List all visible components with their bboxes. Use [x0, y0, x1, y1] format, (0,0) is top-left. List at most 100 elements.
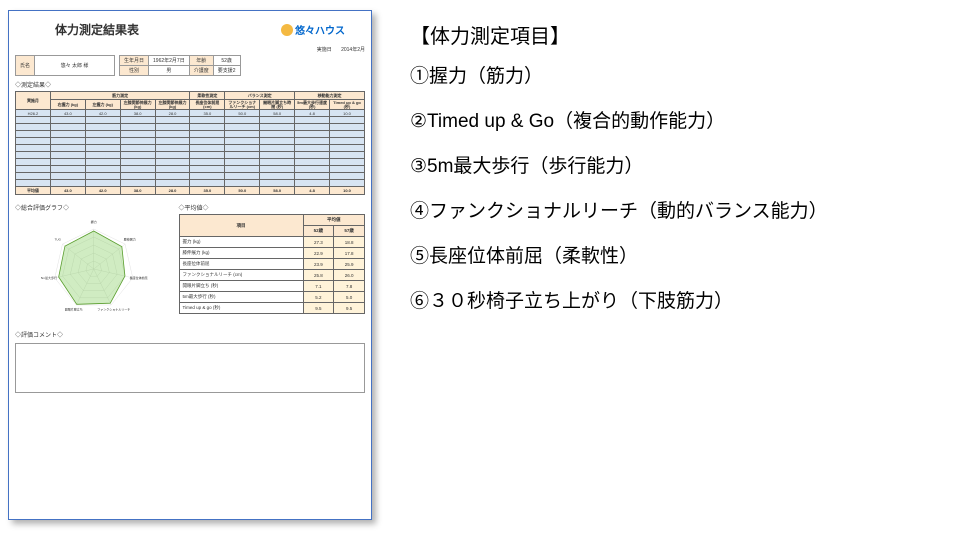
results-table: 実施月 筋力測定 柔軟性測定 バランス測定 移動能力測定 右握力 (kg) 左握… [15, 91, 365, 195]
table-row: 膝伸展力 (kg)22.917.8 [179, 248, 365, 259]
table-row [16, 159, 365, 166]
avg-hdr-item: 項目 [179, 215, 303, 237]
cell: 50.0 [225, 110, 260, 117]
table-row [16, 152, 365, 159]
table-row: ファンクショナルリーチ (cm)25.826.0 [179, 270, 365, 281]
cell: 25.9 [334, 259, 365, 270]
cell: Timed up & go (秒) [179, 303, 303, 314]
items-list: ①握力（筋力）②Timed up & Go（複合的動作能力）③5m最大歩行（歩行… [410, 61, 932, 313]
hdr-fr: ファンクショナルリーチ (cm) [225, 100, 260, 110]
grp-move: 移動能力測定 [295, 92, 365, 100]
grp-balance: バランス測定 [225, 92, 295, 100]
brand-logo: 悠々ハウス [281, 22, 345, 37]
cell: 22.9 [303, 248, 334, 259]
table-row: 開眼片脚立ち (秒)7.17.8 [179, 281, 365, 292]
radar-chart: 握力膝伸展力長座位体前屈ファンクショナルリーチ 開眼片脚立ち 5m最大歩行 TUG [15, 214, 173, 324]
cell: 10.0 [330, 110, 365, 117]
cell: 握力 (kg) [179, 237, 303, 248]
comment-box [15, 343, 365, 393]
svg-text:膝伸展力: 膝伸展力 [124, 236, 136, 241]
care-value: 要支援2 [213, 66, 240, 76]
avg-hdr-val: 平均値 [303, 215, 364, 226]
list-item: ④ファンクショナルリーチ（動的バランス能力） [410, 196, 932, 223]
cell: 膝伸展力 (kg) [179, 248, 303, 259]
list-item: ③5m最大歩行（歩行能力） [410, 151, 932, 178]
care-label: 介護度 [189, 66, 213, 76]
cell: 4.8 [295, 187, 330, 195]
cell: 7.1 [303, 281, 334, 292]
brand-text: 悠々ハウス [295, 22, 345, 37]
svg-text:長座位体前屈: 長座位体前屈 [130, 275, 148, 280]
hdr-knee-r: 左膝関節伸展力 (kg) [120, 100, 155, 110]
radar-section-title: ◇総合評価グラフ◇ [15, 203, 173, 212]
right-column: 【体力測定項目】 ①握力（筋力）②Timed up & Go（複合的動作能力）③… [380, 0, 962, 541]
cell: 9.5 [334, 303, 365, 314]
avg-sub1: 52歳 [303, 226, 334, 237]
age-value: 52歳 [213, 56, 240, 66]
table-row [16, 180, 365, 187]
age-label: 年齢 [189, 56, 213, 66]
table-row: H26.243.042.038.028.035.050.058.04.810.0 [16, 110, 365, 117]
sheet-header: 体力測定結果表 悠々ハウス [15, 19, 365, 44]
exec-date-row: 実施日 2014年2月 [15, 46, 365, 53]
cell: 5.0 [334, 292, 365, 303]
cell: 38.0 [120, 110, 155, 117]
meta-table-row: 氏名 悠々 太郎 様 生年月日 1962年2月7日 年齢 52歳 性別 男 介 [15, 55, 365, 76]
items-title: 【体力測定項目】 [410, 20, 932, 49]
cell: 58.0 [260, 110, 295, 117]
comment-section-title: ◇評価コメント◇ [15, 330, 365, 339]
list-item: ⑥３０秒椅子立ち上がり（下肢筋力） [410, 286, 932, 313]
grp-strength: 筋力測定 [50, 92, 190, 100]
list-item: ①握力（筋力） [410, 61, 932, 88]
cell: 50.0 [225, 187, 260, 195]
brand-icon [281, 24, 293, 36]
svg-text:開眼片脚立ち: 開眼片脚立ち [65, 306, 83, 311]
grp-flex: 柔軟性測定 [190, 92, 225, 100]
cell: 18.8 [334, 237, 365, 248]
bottom-row: ◇総合評価グラフ◇ 握力膝伸展力長座位体前屈ファンクショナルリーチ 開眼片脚立ち 5… [15, 199, 365, 326]
hdr-grip-l: 左握力 (kg) [85, 100, 120, 110]
hdr-grip-r: 右握力 (kg) [50, 100, 85, 110]
cell: 4.8 [295, 110, 330, 117]
list-item: ⑤長座位体前屈（柔軟性） [410, 241, 932, 268]
radar-box: ◇総合評価グラフ◇ 握力膝伸展力長座位体前屈ファンクショナルリーチ 開眼片脚立ち 5… [15, 199, 173, 326]
cell: 28.0 [155, 110, 190, 117]
cell: 5m最大歩行 (秒) [179, 292, 303, 303]
avg-section-title: ◇平均値◇ [179, 203, 366, 212]
name-label: 氏名 [16, 56, 35, 76]
hdr-oneleg: 開眼片脚立ち時間 (秒) [260, 100, 295, 110]
result-section-title: ◇測定結果◇ [15, 80, 365, 89]
cell: 23.9 [303, 259, 334, 270]
svg-text:TUG: TUG [55, 237, 62, 241]
cell: 27.3 [303, 237, 334, 248]
svg-text:握力: 握力 [91, 219, 97, 224]
table-row [16, 124, 365, 131]
table-row [16, 138, 365, 145]
hdr-5m: 5m最大歩行速度 (秒) [295, 100, 330, 110]
cell: 7.8 [334, 281, 365, 292]
exec-date-value: 2014年2月 [341, 46, 365, 53]
cell: 平均値 [16, 187, 51, 195]
cell: 25.8 [303, 270, 334, 281]
cell: H26.2 [16, 110, 51, 117]
cell: 10.0 [330, 187, 365, 195]
table-row [16, 173, 365, 180]
birth-label: 生年月日 [120, 56, 149, 66]
svg-text:ファンクショナルリーチ: ファンクショナルリーチ [97, 306, 130, 311]
table-row: 長座位体前屈23.925.9 [179, 259, 365, 270]
cell: 43.0 [50, 110, 85, 117]
sheet-title: 体力測定結果表 [55, 21, 139, 38]
cell: 38.0 [120, 187, 155, 195]
birth-value: 1962年2月7日 [149, 56, 190, 66]
name-table: 氏名 悠々 太郎 様 [15, 55, 115, 76]
table-row: 握力 (kg)27.318.8 [179, 237, 365, 248]
avg-box: ◇平均値◇ 項目 平均値 52歳 57歳 握力 (kg [179, 199, 366, 326]
hdr-tug: Timed up & go (秒) [330, 100, 365, 110]
slide: 体力測定結果表 悠々ハウス 実施日 2014年2月 氏名 悠々 太郎 様 [0, 0, 962, 541]
svg-text:5m最大歩行: 5m最大歩行 [41, 275, 57, 280]
hdr-sitreach: 長座位体前屈 (cm) [190, 100, 225, 110]
cell: 42.0 [85, 110, 120, 117]
table-row: 5m最大歩行 (秒)5.25.0 [179, 292, 365, 303]
cell: 長座位体前屈 [179, 259, 303, 270]
table-row [16, 166, 365, 173]
